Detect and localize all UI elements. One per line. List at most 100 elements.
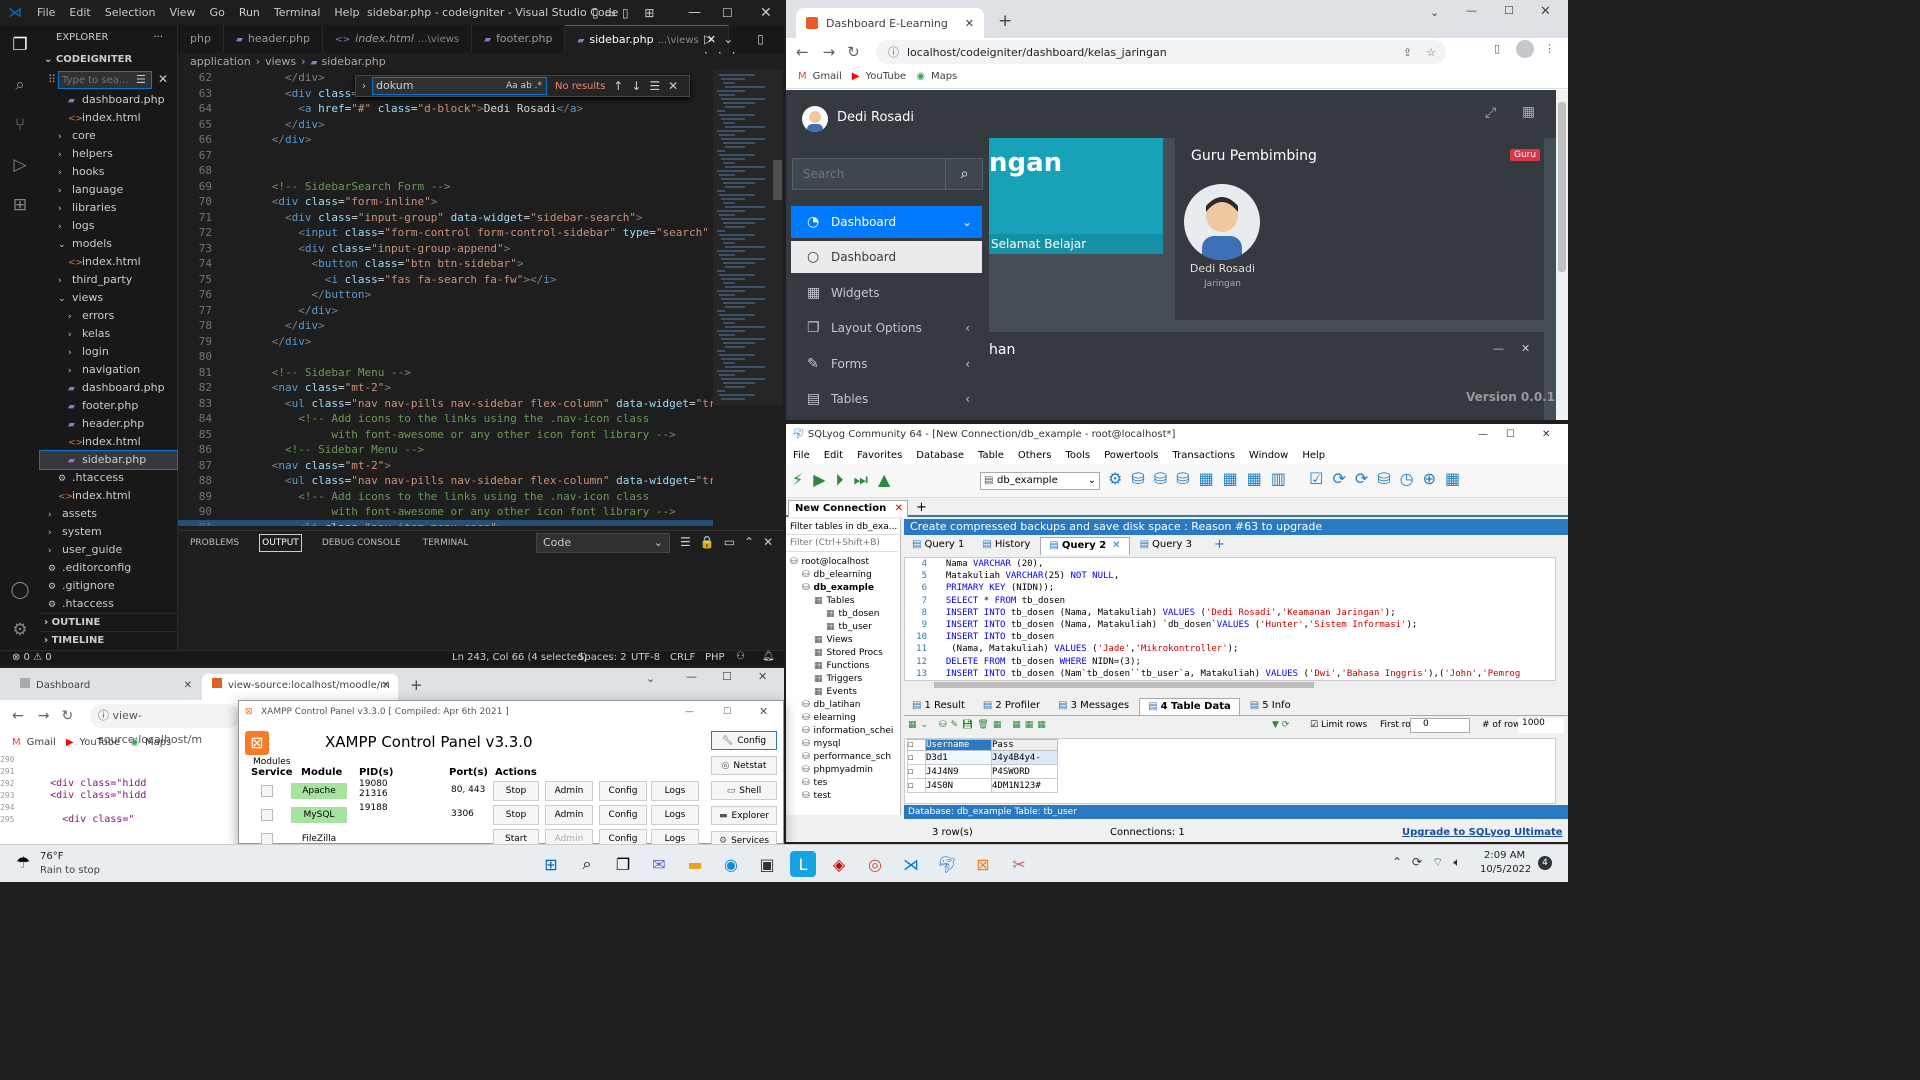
bookmark-youtube[interactable]: YouTube (80, 737, 121, 748)
module-logs-button[interactable]: Logs (651, 781, 699, 801)
tab-close-icon[interactable]: ✕ (184, 674, 192, 698)
tree-item[interactable]: <>index.html (40, 487, 177, 505)
menu-go[interactable]: Go (203, 6, 232, 19)
notifications-bell-icon[interactable]: 🔔︎ (762, 651, 775, 662)
weather-temp[interactable]: 76°F (40, 851, 63, 862)
object-tree-item[interactable]: ▦ Triggers (786, 673, 900, 686)
tree-item[interactable]: › login (40, 343, 177, 361)
chrome-menu-icon[interactable]: ⋮ (1544, 42, 1555, 55)
site-info-icon[interactable]: ⓘ (888, 44, 899, 60)
object-tree-item[interactable]: ⛁ elearning (786, 712, 900, 725)
bookmark-star-icon[interactable]: ☆ (1426, 46, 1436, 59)
table-row[interactable]: ☐ J4S0N 4DM1N123# (907, 778, 1058, 793)
editor-tab[interactable]: ▰ footer.php (472, 25, 566, 53)
grid-column-header[interactable]: Pass (991, 739, 1058, 751)
share-icon[interactable]: ⇪ (1403, 46, 1412, 59)
clock-time[interactable]: 2:09 AM (1484, 850, 1525, 861)
toolbar-icons-left[interactable]: ⚡▶⏵⏭▲ (792, 470, 900, 490)
new-tab-button[interactable]: + (410, 676, 423, 694)
hscrollbar-thumb[interactable] (934, 682, 1314, 688)
maximize-button[interactable]: ☐ (1504, 4, 1514, 17)
tab-close-icon[interactable]: ✕ (965, 17, 974, 30)
tree-item[interactable]: ▰ sidebar.php (39, 450, 178, 470)
tree-item[interactable]: › core (40, 127, 177, 145)
language-mode[interactable]: PHP (705, 652, 725, 663)
layout-toggle-icons[interactable]: ▯▭▯ ⊞ (592, 6, 660, 20)
sqlyog-menu-edit[interactable]: Edit (817, 450, 850, 461)
back-icon[interactable]: ← (796, 43, 809, 61)
find-options-icons[interactable]: Aa ab .* (506, 78, 542, 94)
panel-tab-output[interactable]: OUTPUT (259, 534, 302, 552)
xampp-config-button[interactable]: 🔧︎ Config (711, 731, 777, 750)
back-icon[interactable]: ← (12, 708, 24, 724)
chrome2-address-bar[interactable]: ⓘ view-source:localhost/m (90, 704, 240, 746)
sidebar-search-input[interactable] (793, 159, 945, 189)
page-scrollbar[interactable] (1556, 90, 1568, 420)
tree-item[interactable]: ▰ dashboard.php (40, 379, 177, 397)
tree-item[interactable]: › user_guide (40, 541, 177, 559)
find-nav-icons[interactable]: ↑↓☰✕ (613, 79, 686, 93)
tab-close-icon[interactable]: ✕ (895, 501, 903, 516)
result-tab[interactable]: ▤ 2 Profiler (975, 698, 1048, 715)
snipping-tool-icon[interactable]: ✂ (1006, 851, 1032, 877)
remove-icon[interactable]: ✕ (1521, 342, 1530, 355)
panel-actions[interactable]: ☰🔒▭⌃✕ (680, 535, 782, 549)
class-banner[interactable]: ngan Selamat Belajar (989, 138, 1163, 254)
tab-search-icon[interactable]: ⌄ (646, 672, 655, 685)
project-header[interactable]: ⌄ CODEIGNITER (40, 51, 177, 69)
chat-icon[interactable]: ✉ (646, 851, 672, 877)
store-icon[interactable]: ▣ (754, 851, 780, 877)
tree-item[interactable]: ⚙ .htaccess (40, 469, 177, 487)
query-tab[interactable]: ▤ Query 3 (1132, 537, 1200, 555)
module-config-button[interactable]: Config (599, 805, 647, 825)
bookmark-maps[interactable]: Maps (145, 737, 171, 748)
maximize-button[interactable]: ☐ (1506, 424, 1515, 446)
bookmark-gmail[interactable]: Gmail (813, 71, 842, 82)
sqlyog-menu-file[interactable]: File (786, 450, 817, 461)
app-l-icon[interactable]: L (790, 851, 816, 877)
control-sidebar-icon[interactable]: ▦ (1522, 104, 1535, 120)
result-tab[interactable]: ▤ 3 Messages (1050, 698, 1137, 715)
tree-item[interactable]: › kelas (40, 325, 177, 343)
grid-cell[interactable]: 4DM1N123# (991, 778, 1058, 793)
close-button[interactable]: ✕ (1540, 4, 1551, 19)
clock-date[interactable]: 10/5/2022 (1480, 864, 1531, 875)
search-icon[interactable]: ⌕ (574, 851, 600, 877)
table-row[interactable]: ☐ J4J4N9 P4SWORD (907, 764, 1058, 779)
tree-item[interactable]: › third_party (40, 271, 177, 289)
menu-view[interactable]: View (162, 6, 202, 19)
tree-item[interactable]: <>index.html (40, 109, 177, 127)
menu-help[interactable]: Help (327, 6, 366, 19)
encoding[interactable]: UTF-8 (631, 652, 660, 663)
result-tab[interactable]: ▤ 1 Result (904, 698, 973, 715)
tree-item[interactable]: › helpers (40, 145, 177, 163)
close-button[interactable]: ✕ (1542, 424, 1550, 446)
sqlyog-menu-transactions[interactable]: Transactions (1166, 450, 1242, 461)
chrome-tab-active[interactable]: Dashboard E-Learning ✕ (796, 8, 984, 38)
editor-tab[interactable]: ▰ header.php (224, 25, 324, 53)
menu-selection[interactable]: Selection (98, 6, 163, 19)
toggle-replace-icon[interactable]: › (356, 81, 372, 92)
bookmark-maps[interactable]: Maps (931, 71, 957, 82)
panel-tab-terminal[interactable]: TERMINAL (421, 535, 471, 551)
tray-icons[interactable]: ⌃⟳⌔🔈︎ (1392, 855, 1471, 870)
query-editor[interactable]: 4 Nama VARCHAR (20), 5 Matakuliah VARCHAR… (904, 557, 1556, 681)
indentation[interactable]: Spaces: 2 (578, 652, 627, 663)
result-tab[interactable]: ▤ 4 Table Data (1139, 698, 1240, 715)
editor-tab[interactable]: php (178, 25, 224, 53)
bookmark-youtube[interactable]: YouTube (866, 71, 907, 82)
edge-icon[interactable]: ◉ (718, 851, 744, 877)
database-select[interactable]: ▤ db_example ⌄ (980, 472, 1100, 490)
find-input[interactable]: dokum Aa ab .* (372, 77, 547, 95)
filter-icon[interactable]: ▼ ⟳ (1272, 720, 1289, 730)
tree-item[interactable]: › navigation (40, 361, 177, 379)
grid-cell[interactable]: J4J4N9 (925, 764, 992, 779)
query-tab[interactable]: ▤ Query 2 ✕ (1040, 537, 1130, 555)
minimize-button[interactable]: — (688, 5, 701, 20)
tree-item[interactable]: ▰ dashboard.php (40, 91, 177, 109)
extensions-icon[interactable]: ⊞ (0, 185, 40, 225)
module-config-button[interactable]: Config (599, 781, 647, 801)
filter-close-icon[interactable]: ✕ (158, 72, 168, 86)
search-icon[interactable]: ⌕ (0, 65, 40, 105)
query-tab[interactable]: ▤ Query 1 (904, 537, 972, 555)
